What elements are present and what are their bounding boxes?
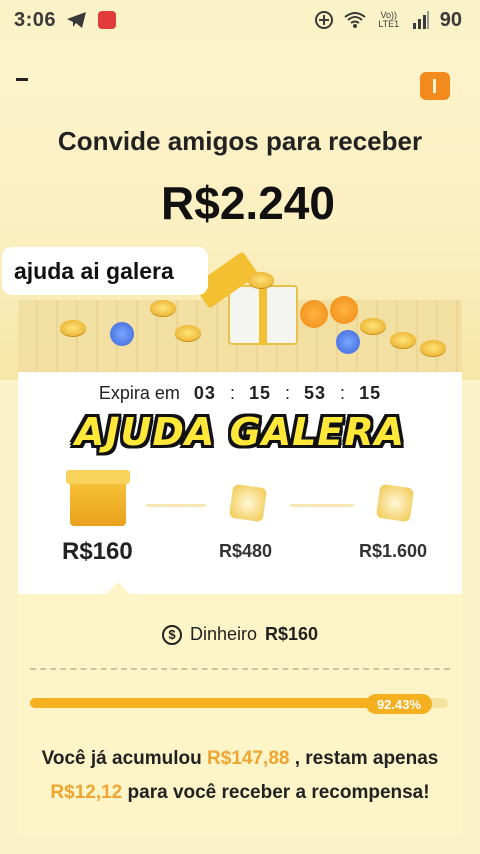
app-notification-icon xyxy=(98,11,117,29)
timer-hours: 03 xyxy=(193,383,216,403)
video-overlay-caption: AJUDA GALERA xyxy=(74,410,406,454)
remaining-amount: R$12,12 xyxy=(50,782,123,803)
progress-message: Você já acumulou R$147,88 , restam apena… xyxy=(18,742,462,810)
coin-icon xyxy=(420,340,446,356)
step-amount: R$480 xyxy=(219,541,273,561)
cash-row: $ Dinheiro R$160 xyxy=(18,624,462,645)
timer-separator: : xyxy=(285,383,291,403)
battery-level: 90 xyxy=(439,8,462,31)
volte-label: Vo)) LTE1 xyxy=(378,10,400,29)
ticket-icon[interactable] xyxy=(420,72,450,100)
progress-percent: 92.43% xyxy=(366,694,432,714)
telegram-icon xyxy=(67,12,87,28)
status-time: 3:06 xyxy=(14,8,57,31)
reward-amount: R$2.240 xyxy=(161,177,335,229)
minimize-button[interactable] xyxy=(16,78,28,81)
signal-icon xyxy=(412,11,429,29)
data-saver-icon xyxy=(314,11,333,29)
status-bar: 3:06 Vo)) LTE1 90 xyxy=(0,0,480,40)
flower-icon xyxy=(336,330,360,354)
open-box-icon xyxy=(66,470,130,526)
message-text: para você receber a recompensa! xyxy=(122,782,430,803)
wifi-icon xyxy=(344,12,366,28)
coin-icon xyxy=(390,332,416,348)
step-connector xyxy=(290,504,354,507)
timer-minutes: 15 xyxy=(248,383,271,403)
flower-icon xyxy=(330,296,358,324)
timer-seconds: 53 xyxy=(304,383,327,403)
timer-separator: : xyxy=(229,383,235,403)
message-text: , restam apenas xyxy=(289,748,439,769)
progress-fill xyxy=(30,698,417,708)
chat-bubble: ajuda ai galera xyxy=(2,247,208,295)
step-connector xyxy=(146,504,206,507)
gift-box-icon xyxy=(375,483,415,523)
dollar-icon: $ xyxy=(161,624,182,645)
expiry-timer: Expira em 03 : 15 : 53 : 15 xyxy=(0,383,480,404)
pointer-notch xyxy=(106,582,130,594)
flower-icon xyxy=(300,300,328,328)
timer-fraction: 15 xyxy=(359,383,382,403)
invite-headline: Convide amigos para receber xyxy=(57,126,423,156)
coin-icon xyxy=(60,320,86,336)
expiry-label: Expira em xyxy=(98,383,180,403)
gift-box-icon xyxy=(228,285,298,345)
coin-icon xyxy=(248,272,274,288)
coin-icon xyxy=(175,325,201,341)
gift-box-icon xyxy=(228,483,268,523)
progress-section: $ Dinheiro R$160 92.43% Você já acumulou… xyxy=(18,582,462,834)
coin-icon xyxy=(150,300,176,316)
cash-label: Dinheiro xyxy=(189,624,257,644)
step-amount: R$1.600 xyxy=(359,541,428,561)
flower-icon xyxy=(110,322,134,346)
coin-icon xyxy=(360,318,386,334)
cash-amount: R$160 xyxy=(265,624,319,644)
timer-separator: : xyxy=(340,383,346,403)
message-text: Você já acumulou xyxy=(41,748,208,769)
accumulated-amount: R$147,88 xyxy=(207,748,290,769)
reward-steps: R$160 R$480 R$1.600 xyxy=(18,470,462,570)
step-amount: R$160 xyxy=(62,538,133,565)
divider xyxy=(30,668,450,670)
